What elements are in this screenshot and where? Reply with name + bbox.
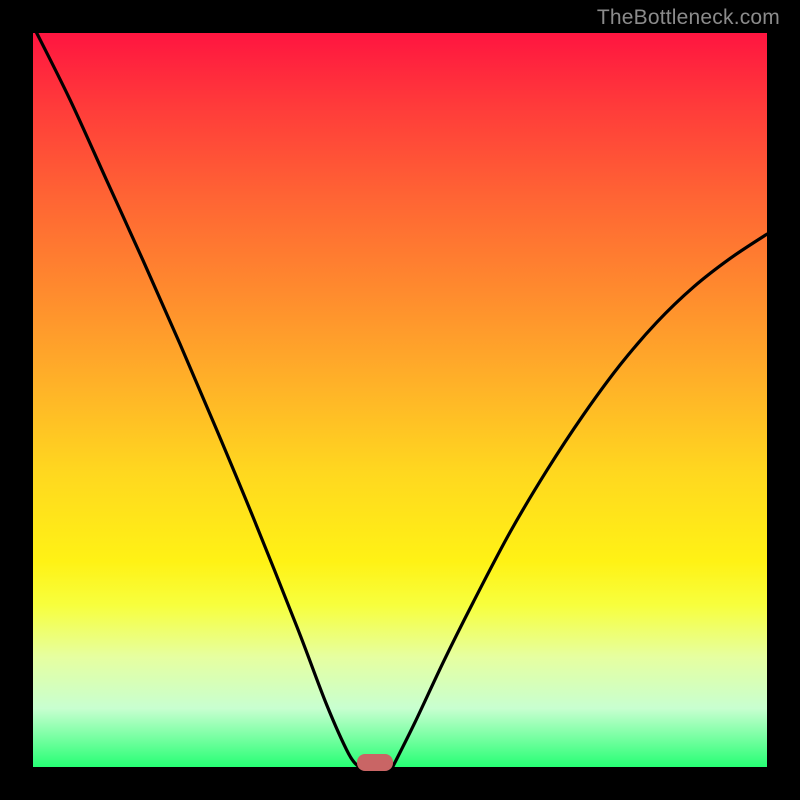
curve-right-branch <box>393 234 767 767</box>
optimal-range-marker <box>357 754 394 771</box>
plot-area <box>33 33 767 767</box>
curve-left-branch <box>33 33 359 767</box>
bottleneck-curve <box>33 33 767 767</box>
watermark-text: TheBottleneck.com <box>597 6 780 30</box>
